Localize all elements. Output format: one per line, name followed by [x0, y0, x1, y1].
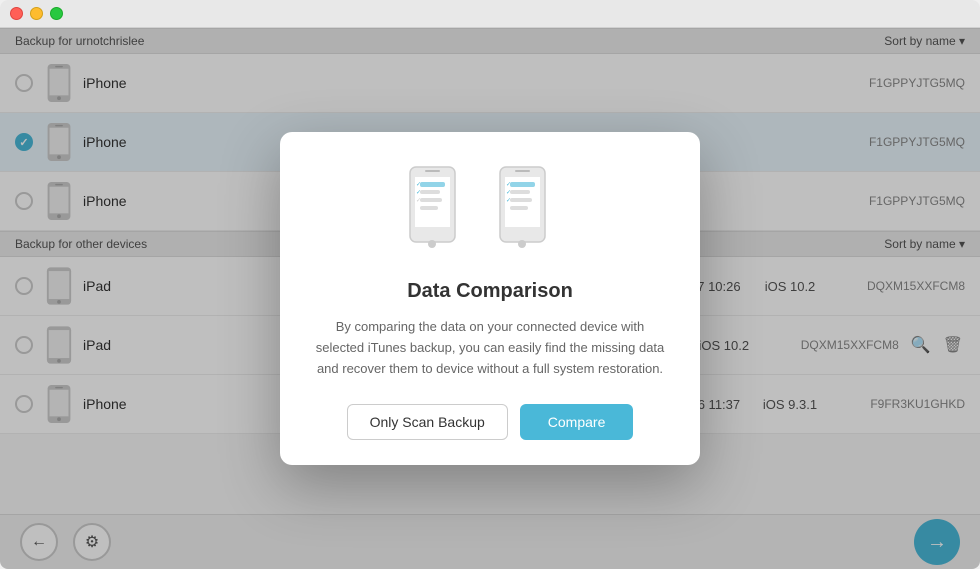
phone-left-icon: ✓ ✓ ✓	[405, 162, 485, 262]
modal-description: By comparing the data on your connected …	[310, 317, 670, 379]
maximize-button[interactable]	[50, 7, 63, 20]
scan-backup-button[interactable]: Only Scan Backup	[347, 404, 508, 440]
svg-text:✓: ✓	[506, 190, 511, 196]
minimize-button[interactable]	[30, 7, 43, 20]
app-window: If your bac kup folder. Backup for urnot…	[0, 0, 980, 569]
svg-text:✓: ✓	[416, 198, 421, 204]
modal-illustration: ✓ ✓ ✓ ✓ ✓	[405, 162, 575, 262]
data-comparison-modal: ✓ ✓ ✓ ✓ ✓	[280, 132, 700, 464]
modal-buttons: Only Scan Backup Compare	[347, 404, 634, 440]
phone-right-icon: ✓ ✓ ✓	[495, 162, 575, 262]
svg-text:✓: ✓	[506, 182, 511, 188]
modal-title: Data Comparison	[407, 280, 573, 303]
svg-text:✓: ✓	[506, 198, 511, 204]
svg-text:✓: ✓	[416, 182, 421, 188]
close-button[interactable]	[10, 7, 23, 20]
compare-button[interactable]: Compare	[520, 404, 634, 440]
main-content: If your bac kup folder. Backup for urnot…	[0, 28, 980, 569]
svg-text:✓: ✓	[416, 190, 421, 196]
titlebar	[0, 0, 980, 28]
modal-overlay[interactable]: ✓ ✓ ✓ ✓ ✓	[0, 28, 980, 569]
